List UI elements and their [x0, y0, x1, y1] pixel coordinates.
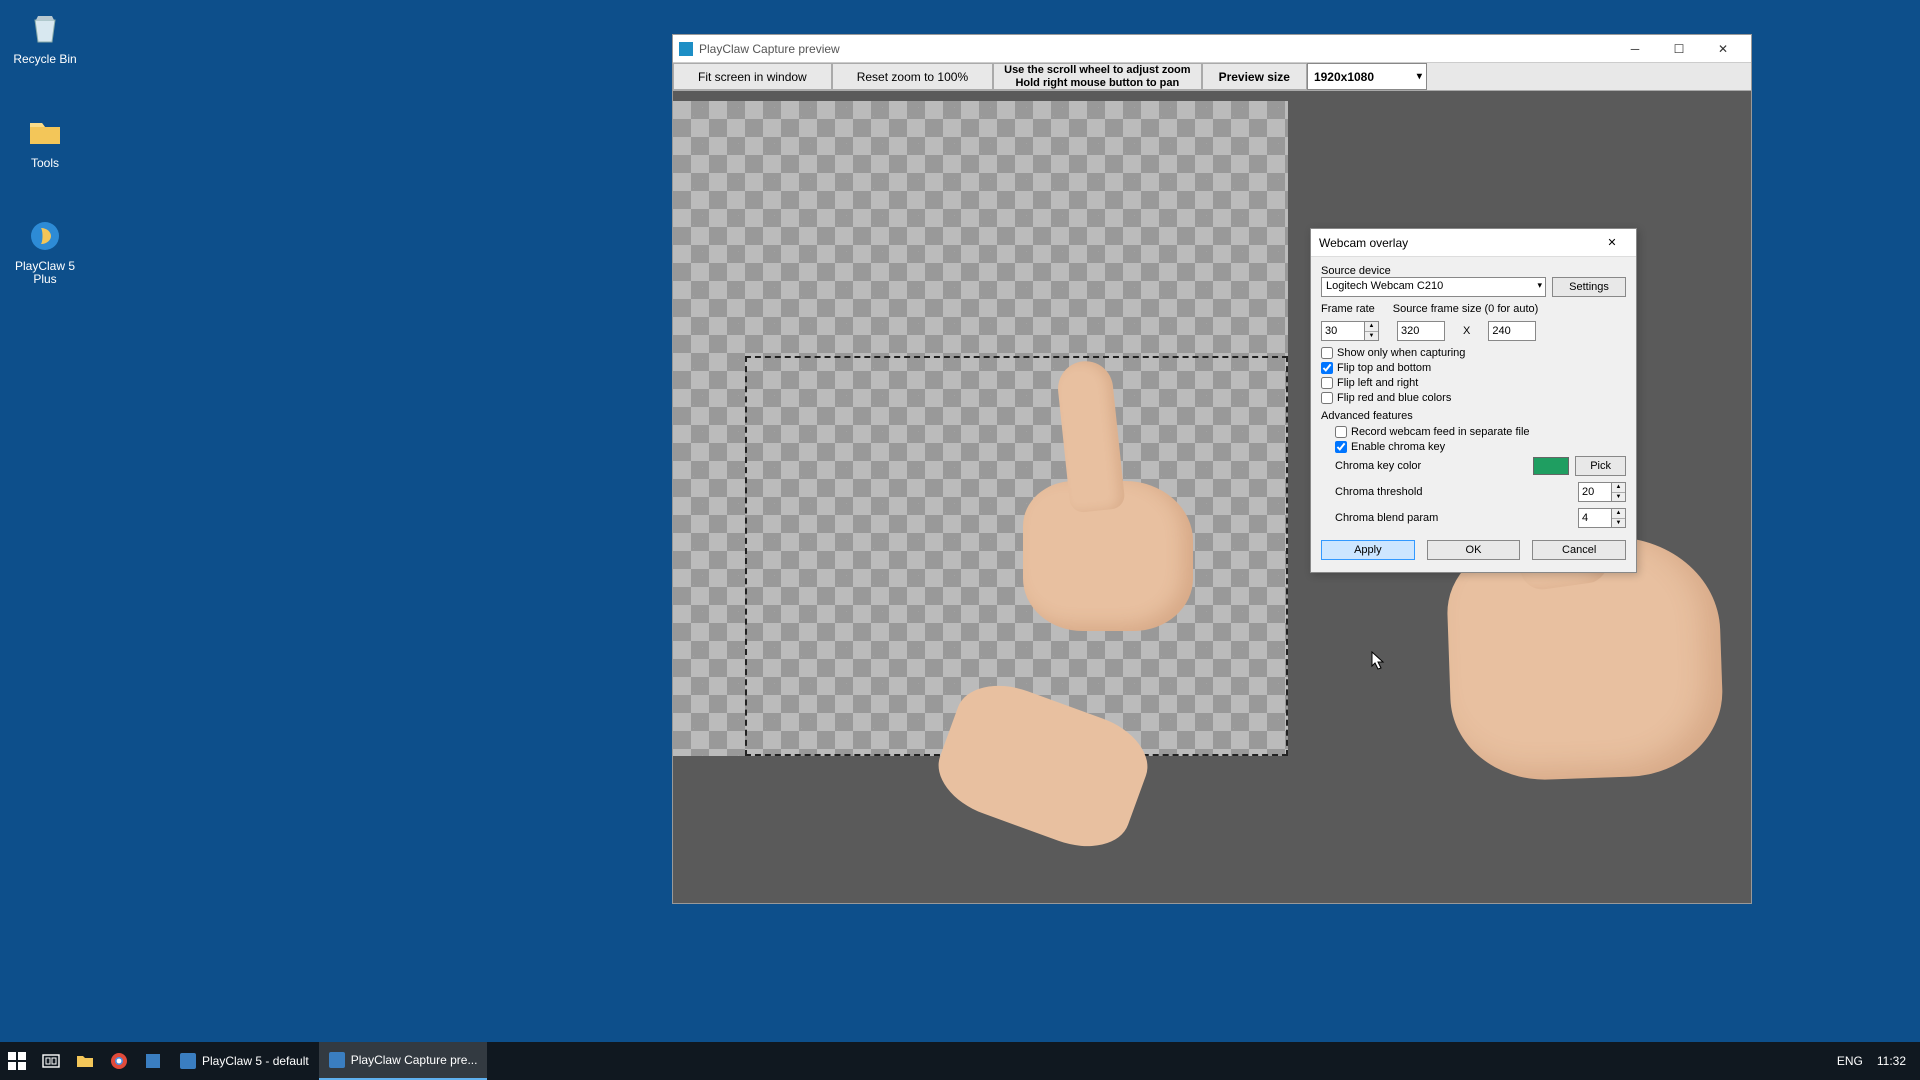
show-only-capturing-checkbox[interactable]: Show only when capturing	[1321, 347, 1626, 359]
cancel-button[interactable]: Cancel	[1532, 540, 1626, 560]
chrome-button[interactable]	[102, 1042, 136, 1080]
spin-down-icon[interactable]: ▼	[1612, 519, 1625, 528]
system-tray[interactable]: ENG 11:32	[1823, 1042, 1920, 1080]
window-title: PlayClaw Capture preview	[699, 42, 1613, 56]
source-device-select[interactable]: Logitech Webcam C210	[1321, 277, 1546, 297]
tray-clock[interactable]: 11:32	[1877, 1054, 1906, 1068]
ok-button[interactable]: OK	[1427, 540, 1521, 560]
taskbar-task-capture-preview[interactable]: PlayClaw Capture pre...	[319, 1042, 488, 1080]
webcam-overlay-dialog: Webcam overlay ✕ Source device Logitech …	[1310, 228, 1637, 573]
tray-language[interactable]: ENG	[1837, 1054, 1863, 1068]
folder-icon	[25, 112, 65, 152]
chroma-threshold-input[interactable]: ▲▼	[1578, 482, 1626, 502]
spin-down-icon[interactable]: ▼	[1612, 493, 1625, 502]
desktop-icon-recycle-bin[interactable]: Recycle Bin	[10, 8, 80, 66]
taskbar: PlayClaw 5 - default PlayClaw Capture pr…	[0, 1042, 1920, 1080]
desktop-icon-tools[interactable]: Tools	[10, 112, 80, 170]
preview-toolbar: Fit screen in window Reset zoom to 100% …	[673, 63, 1751, 91]
file-explorer-button[interactable]	[68, 1042, 102, 1080]
pick-color-button[interactable]: Pick	[1575, 456, 1626, 476]
enable-chroma-checkbox[interactable]: Enable chroma key	[1335, 441, 1626, 453]
dialog-titlebar[interactable]: Webcam overlay ✕	[1311, 229, 1636, 257]
desktop-icon-playclaw[interactable]: PlayClaw 5 Plus	[10, 216, 80, 286]
webcam-overlay-preview	[1023, 481, 1283, 741]
taskbar-task-playclaw[interactable]: PlayClaw 5 - default	[170, 1042, 319, 1080]
preview-size-label: Preview size	[1202, 63, 1307, 90]
spin-up-icon[interactable]: ▲	[1612, 509, 1625, 519]
reset-zoom-button[interactable]: Reset zoom to 100%	[832, 63, 993, 90]
chroma-blend-input[interactable]: ▲▼	[1578, 508, 1626, 528]
playclaw-icon	[25, 216, 65, 256]
minimize-button[interactable]: ─	[1613, 36, 1657, 62]
source-height-input[interactable]	[1488, 321, 1536, 341]
size-separator: X	[1463, 325, 1470, 337]
flip-top-bottom-checkbox[interactable]: Flip top and bottom	[1321, 362, 1626, 374]
app-icon	[679, 42, 693, 56]
zoom-hint: Use the scroll wheel to adjust zoom Hold…	[993, 63, 1201, 90]
window-titlebar[interactable]: PlayClaw Capture preview ─ ☐ ✕	[673, 35, 1751, 63]
task-icon	[180, 1053, 196, 1069]
spin-up-icon[interactable]: ▲	[1612, 483, 1625, 493]
chroma-color-swatch[interactable]	[1533, 457, 1569, 475]
desktop-icon-label: Tools	[10, 156, 80, 170]
frame-rate-input[interactable]: ▲▼	[1321, 321, 1379, 341]
task-view-button[interactable]	[34, 1042, 68, 1080]
maximize-button[interactable]: ☐	[1657, 36, 1701, 62]
desktop-icon-label: Recycle Bin	[10, 52, 80, 66]
source-device-label: Source device	[1321, 265, 1626, 277]
source-size-label: Source frame size (0 for auto)	[1393, 303, 1626, 315]
webcam-live-overlay	[1445, 522, 1920, 1080]
pinned-app-button[interactable]	[136, 1042, 170, 1080]
advanced-features-label: Advanced features	[1321, 410, 1626, 422]
dialog-title: Webcam overlay	[1319, 236, 1596, 250]
dialog-close-button[interactable]: ✕	[1596, 230, 1628, 256]
desktop-icon-label: PlayClaw 5 Plus	[10, 260, 80, 286]
preview-size-select[interactable]: 1920x1080	[1307, 63, 1427, 90]
source-width-input[interactable]	[1397, 321, 1445, 341]
start-button[interactable]	[0, 1042, 34, 1080]
flip-left-right-checkbox[interactable]: Flip left and right	[1321, 377, 1626, 389]
fit-screen-button[interactable]: Fit screen in window	[673, 63, 832, 90]
spin-up-icon[interactable]: ▲	[1365, 322, 1378, 332]
record-separate-checkbox[interactable]: Record webcam feed in separate file	[1335, 426, 1626, 438]
apply-button[interactable]: Apply	[1321, 540, 1415, 560]
chroma-blend-label: Chroma blend param	[1335, 512, 1572, 524]
chroma-color-label: Chroma key color	[1335, 460, 1527, 472]
chroma-threshold-label: Chroma threshold	[1335, 486, 1572, 498]
recycle-bin-icon	[25, 8, 65, 48]
close-button[interactable]: ✕	[1701, 36, 1745, 62]
task-icon	[329, 1052, 345, 1068]
settings-button[interactable]: Settings	[1552, 277, 1626, 297]
frame-rate-label: Frame rate	[1321, 303, 1375, 315]
flip-red-blue-checkbox[interactable]: Flip red and blue colors	[1321, 392, 1626, 404]
spin-down-icon[interactable]: ▼	[1365, 332, 1378, 341]
